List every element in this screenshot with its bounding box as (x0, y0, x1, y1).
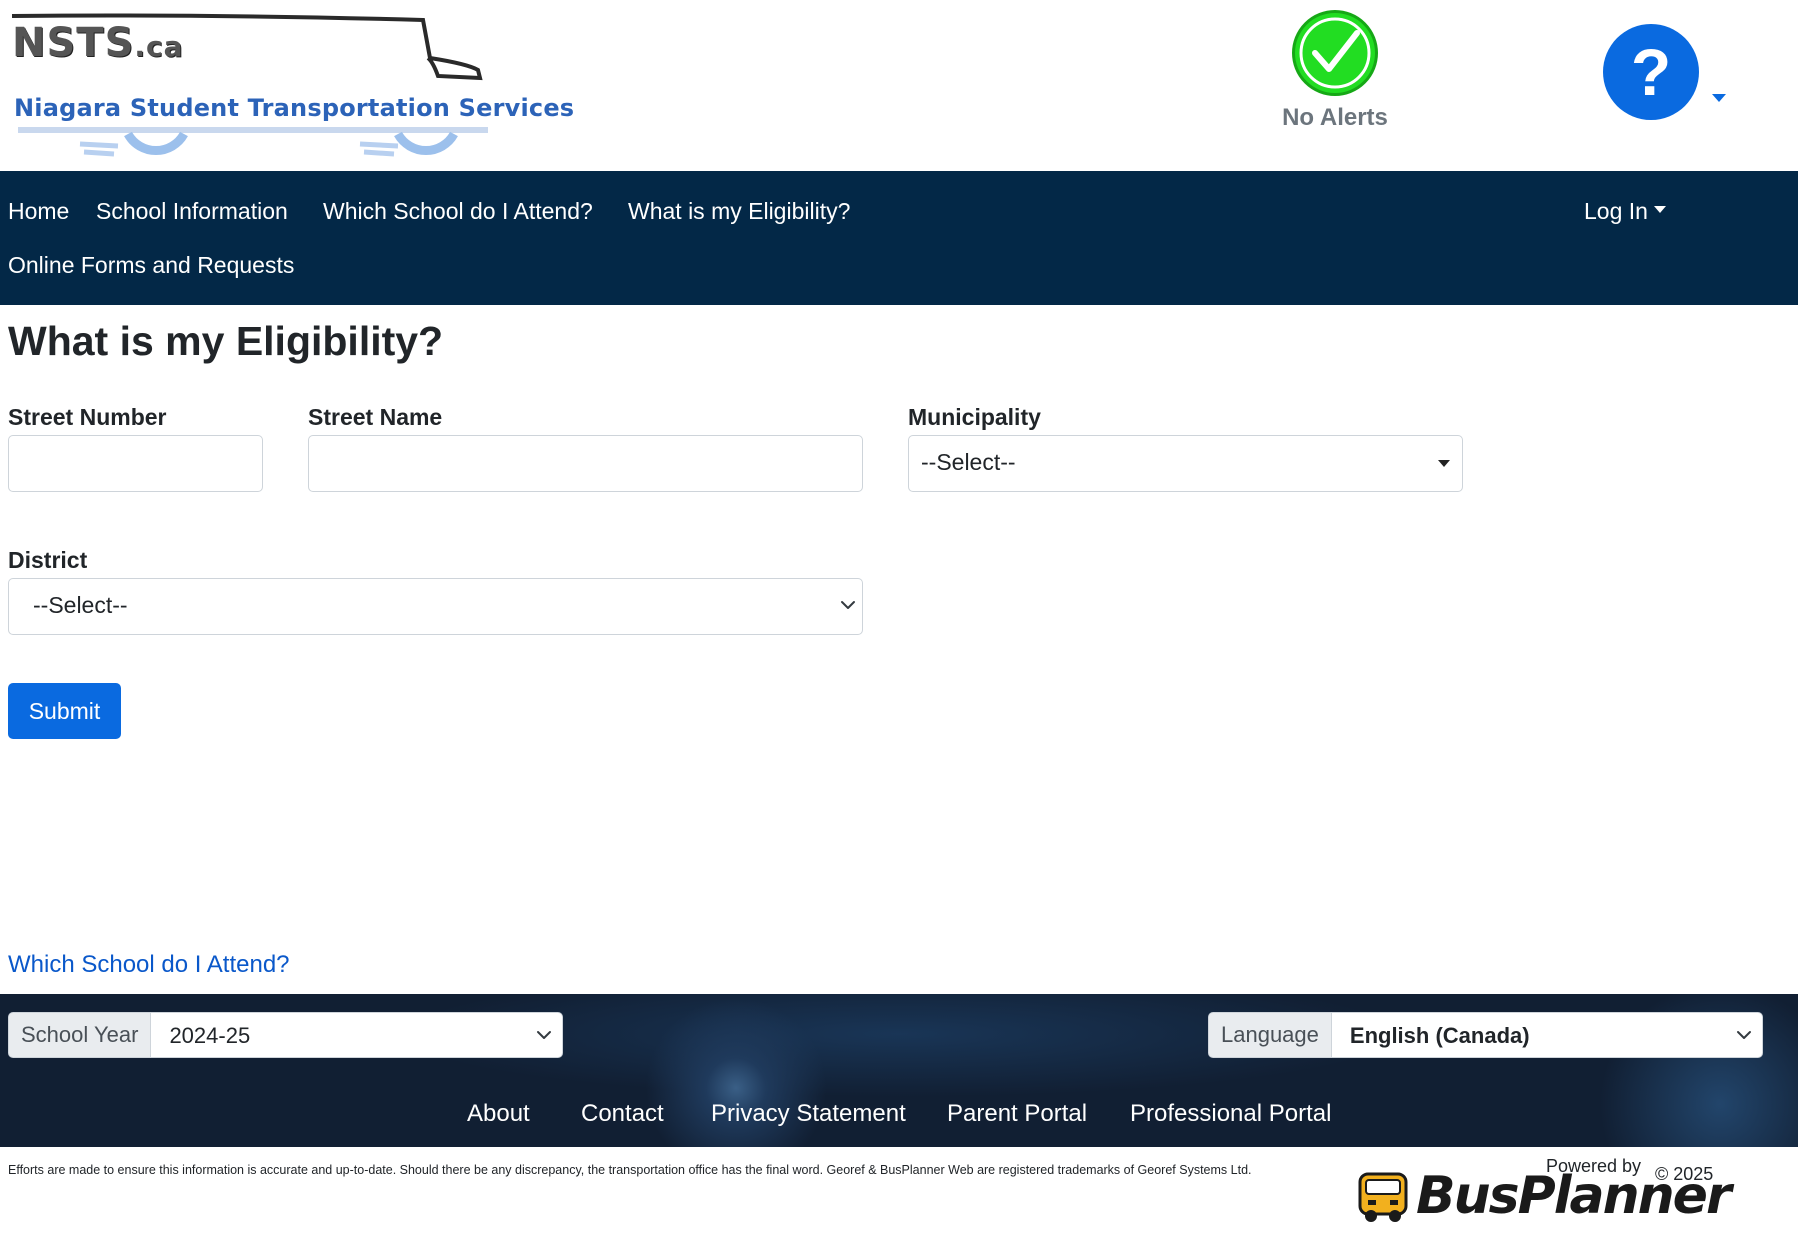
street-number-input[interactable] (9, 436, 262, 491)
street-number-label: Street Number (8, 404, 167, 430)
chevron-down-icon (841, 601, 855, 609)
chevron-down-icon (1737, 1031, 1751, 1039)
municipality-select[interactable]: --Select-- (908, 435, 1463, 492)
school-year-label: School Year (8, 1012, 152, 1058)
municipality-label: Municipality (908, 404, 1041, 430)
help-dropdown-caret-icon[interactable] (1712, 94, 1726, 102)
login-caret-icon (1653, 206, 1666, 214)
school-year-select[interactable]: 2024-25 (151, 1012, 563, 1058)
school-year-value: 2024-25 (169, 1023, 251, 1048)
login-dropdown[interactable]: Log In (1584, 198, 1666, 225)
help-icon[interactable]: ? (1603, 24, 1699, 120)
nav-eligibility[interactable]: What is my Eligibility? (628, 198, 850, 225)
language-select[interactable]: English (Canada) (1331, 1012, 1763, 1058)
district-selected: --Select-- (33, 592, 128, 618)
footer-link-privacy[interactable]: Privacy Statement (711, 1100, 906, 1128)
street-number-field[interactable] (8, 435, 263, 492)
site-header: NSTS.ca Niagara Student Transportation S… (0, 0, 1798, 171)
nav-online-forms[interactable]: Online Forms and Requests (8, 252, 294, 279)
copyright-text: © 2025 (1655, 1164, 1714, 1184)
page-title: What is my Eligibility? (8, 318, 444, 364)
main-navbar: Home School Information Which School do … (0, 171, 1798, 305)
checkmark-icon (1292, 10, 1378, 96)
submit-button[interactable]: Submit (8, 683, 121, 739)
language-group: Language English (Canada) (1208, 1012, 1763, 1058)
nsts-logo[interactable]: NSTS.ca Niagara Student Transportation S… (8, 6, 574, 164)
logo-subtitle: Niagara Student Transportation Services (14, 94, 575, 122)
chevron-down-icon (537, 1031, 551, 1039)
disclaimer-text: Efforts are made to ensure this informat… (8, 1163, 1252, 1177)
nav-school-information[interactable]: School Information (96, 198, 288, 225)
footer-link-contact[interactable]: Contact (581, 1100, 664, 1128)
footer-link-professional-portal[interactable]: Professional Portal (1130, 1100, 1331, 1128)
which-school-link[interactable]: Which School do I Attend? (8, 951, 290, 979)
language-label: Language (1208, 1012, 1332, 1058)
district-select[interactable]: --Select-- (8, 578, 863, 635)
caret-down-icon (1438, 460, 1450, 467)
nav-which-school[interactable]: Which School do I Attend? (323, 198, 593, 225)
street-name-label: Street Name (308, 404, 443, 430)
alert-status[interactable]: No Alerts (1250, 10, 1420, 132)
language-value: English (Canada) (1349, 1023, 1530, 1048)
street-name-input[interactable] (309, 436, 862, 491)
municipality-selected: --Select-- (921, 449, 1016, 475)
logo-title: NSTS.ca (12, 20, 184, 66)
footer-link-parent-portal[interactable]: Parent Portal (947, 1100, 1087, 1128)
school-year-group: School Year 2024-25 (8, 1012, 563, 1058)
street-name-field[interactable] (308, 435, 863, 492)
nav-home[interactable]: Home (8, 198, 69, 225)
alert-label: No Alerts (1282, 104, 1388, 131)
login-label: Log In (1584, 198, 1648, 224)
footer-link-about[interactable]: About (467, 1100, 530, 1128)
district-label: District (8, 547, 88, 573)
school-bus-icon (1358, 1172, 1408, 1222)
